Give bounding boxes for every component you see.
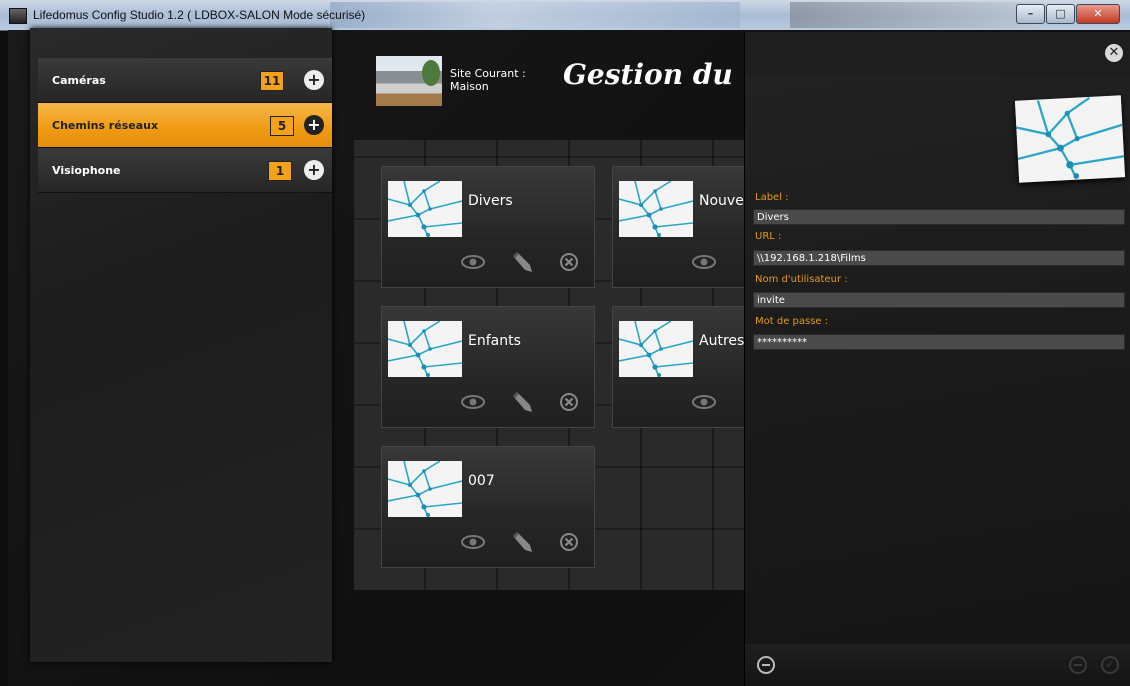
- site-name: Maison: [450, 80, 489, 93]
- eye-icon[interactable]: [460, 529, 486, 555]
- password-field-label: Mot de passe :: [755, 316, 829, 327]
- window-titlebar: Lifedomus Config Studio 1.2 ( LDBOX-SALO…: [0, 0, 1130, 31]
- minus-circle-icon[interactable]: [1069, 656, 1087, 674]
- card-title: 007: [468, 473, 495, 489]
- window-controls: – □ ✕: [1015, 4, 1120, 24]
- pencil-icon[interactable]: [508, 529, 534, 555]
- eye-icon[interactable]: [691, 389, 717, 415]
- network-path-card[interactable]: Enfants: [381, 306, 595, 428]
- close-window-button[interactable]: ✕: [1076, 4, 1120, 24]
- minus-circle-icon[interactable]: [757, 656, 775, 674]
- check-circle-icon[interactable]: ✓: [1101, 656, 1119, 674]
- card-title: Enfants: [468, 333, 521, 349]
- eye-icon[interactable]: [460, 389, 486, 415]
- label-field[interactable]: Divers: [753, 209, 1125, 225]
- card-title: Autres: [699, 333, 745, 349]
- network-thumbnail-icon: [388, 181, 462, 237]
- delete-icon[interactable]: [556, 529, 582, 555]
- app-icon: [9, 8, 27, 24]
- sidebar-item-label: Caméras: [52, 73, 106, 87]
- sidebar-item-cameras[interactable]: Caméras 11 +: [38, 58, 332, 103]
- network-thumbnail-icon: [1014, 95, 1126, 183]
- sidebar-item-label: Chemins réseaux: [52, 118, 159, 132]
- background-window-ghost: [790, 2, 1040, 28]
- count-badge: 11: [260, 71, 284, 91]
- network-thumbnail-icon: [388, 461, 462, 517]
- network-thumbnail-icon: [619, 321, 693, 377]
- pencil-icon[interactable]: [508, 389, 534, 415]
- username-field[interactable]: invite: [753, 292, 1125, 308]
- sidebar-item-visiophone[interactable]: Visiophone 1 +: [38, 148, 332, 193]
- panel-header: [745, 32, 1130, 76]
- network-thumbnail-icon: [619, 181, 693, 237]
- url-field-label: URL :: [755, 231, 782, 242]
- site-photo: [376, 56, 442, 106]
- delete-icon[interactable]: [556, 249, 582, 275]
- label-field-label: Label :: [755, 192, 789, 203]
- edit-panel: ✕ Label : Divers URL : \\192.168.1.218\F…: [744, 32, 1130, 686]
- current-site: Site Courant : Maison: [450, 67, 526, 93]
- add-visiophone-button[interactable]: +: [304, 160, 324, 180]
- maximize-button[interactable]: □: [1046, 4, 1075, 24]
- add-camera-button[interactable]: +: [304, 70, 324, 90]
- sidebar-item-network-paths[interactable]: Chemins réseaux 5 +: [38, 103, 332, 148]
- add-network-path-button[interactable]: +: [304, 115, 324, 135]
- site-label: Site Courant :: [450, 67, 526, 80]
- network-path-card[interactable]: 007: [381, 446, 595, 568]
- delete-icon[interactable]: [556, 389, 582, 415]
- network-path-card[interactable]: Divers: [381, 166, 595, 288]
- background-window-ghost: [330, 2, 740, 28]
- panel-footer: ✓: [745, 644, 1130, 686]
- close-icon[interactable]: ✕: [1105, 44, 1123, 62]
- count-badge: 1: [268, 161, 292, 181]
- pencil-icon[interactable]: [508, 249, 534, 275]
- minimize-button[interactable]: –: [1016, 4, 1045, 24]
- username-field-label: Nom d'utilisateur :: [755, 274, 848, 285]
- eye-icon[interactable]: [691, 249, 717, 275]
- url-field[interactable]: \\192.168.1.218\Films: [753, 250, 1125, 266]
- card-title: Divers: [468, 193, 513, 209]
- window-title: Lifedomus Config Studio 1.2 ( LDBOX-SALO…: [33, 8, 366, 22]
- password-field[interactable]: **********: [753, 334, 1125, 350]
- network-thumbnail-icon: [388, 321, 462, 377]
- page-title: Gestion du multimédia: [563, 58, 745, 91]
- count-badge: 5: [270, 116, 294, 136]
- eye-icon[interactable]: [460, 249, 486, 275]
- sidebar-item-label: Visiophone: [52, 163, 121, 177]
